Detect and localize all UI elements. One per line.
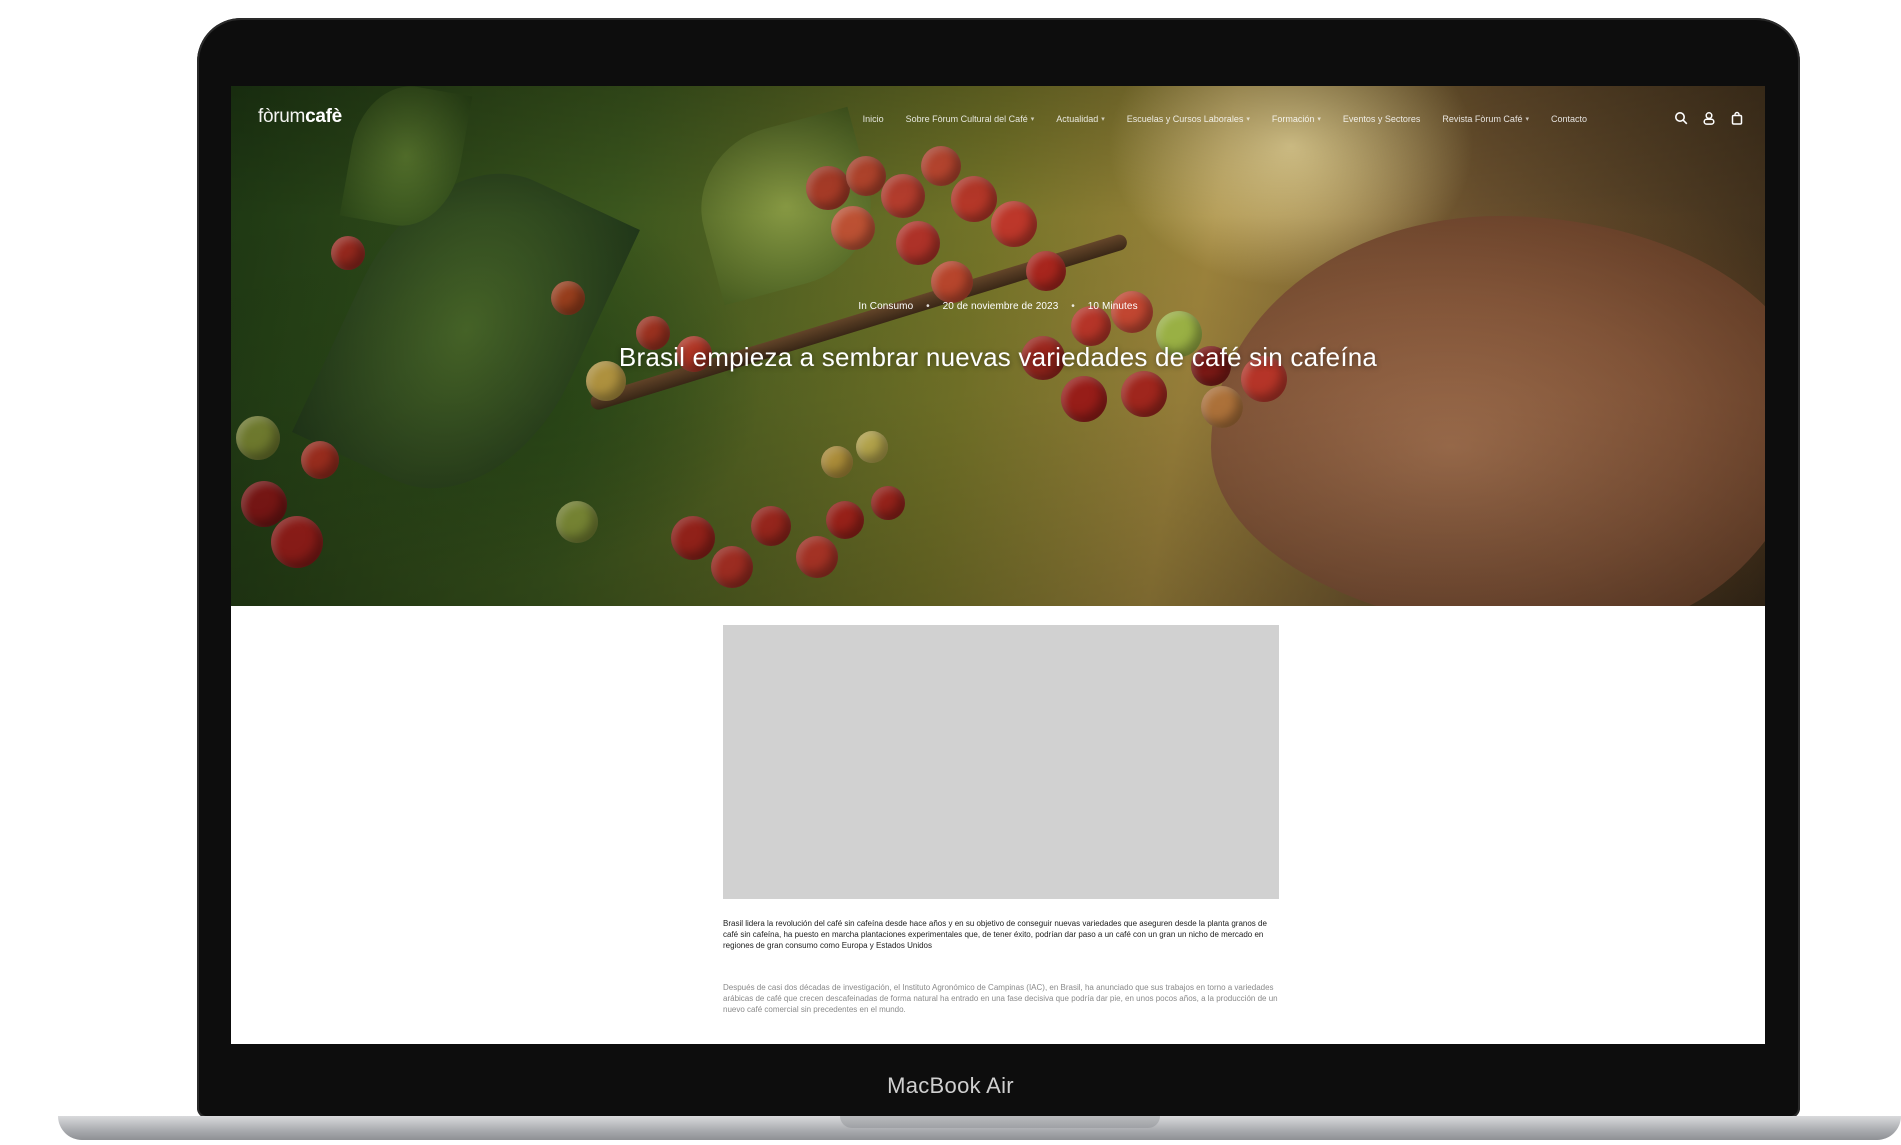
header-icons — [1673, 110, 1745, 126]
nav-item-formacion[interactable]: Formación ▾ — [1272, 114, 1321, 124]
article-media-placeholder — [723, 625, 1279, 899]
cart-icon[interactable] — [1729, 110, 1745, 126]
logo-bold-text: cafè — [305, 106, 342, 127]
nav-label: Sobre Fòrum Cultural del Café — [905, 114, 1028, 124]
nav-item-inicio[interactable]: Inicio — [863, 114, 884, 124]
laptop-screen: fòrumcafè Inicio Sobre Fòrum Cultural de… — [231, 86, 1765, 1044]
search-icon[interactable] — [1673, 110, 1689, 126]
nav-label: Formación — [1271, 114, 1315, 124]
meta-separator: • — [1071, 301, 1075, 312]
article-title: Brasil empieza a sembrar nuevas variedad… — [618, 342, 1378, 373]
device-label: MacBook Air — [887, 1073, 1014, 1098]
chevron-down-icon: ▾ — [1246, 116, 1250, 123]
nav-label: Escuelas y Cursos Laborales — [1126, 114, 1244, 124]
nav-label: Contacto — [1550, 114, 1587, 124]
nav-item-contacto[interactable]: Contacto — [1551, 114, 1587, 124]
article-lead: Brasil lidera la revolución del café sin… — [723, 919, 1267, 950]
nav-item-actualidad[interactable]: Actualidad ▾ — [1056, 114, 1105, 124]
article-body: Después de casi dos décadas de investiga… — [723, 983, 1278, 1014]
chevron-down-icon: ▾ — [1525, 116, 1529, 123]
site-logo[interactable]: fòrumcafè — [258, 106, 342, 128]
meta-separator: • — [926, 301, 930, 312]
mockup-stage: MacBook Air fòrumcafè Inicio Sobre Fòrum… — [0, 0, 1901, 1145]
site-header: fòrumcafè Inicio Sobre Fòrum Cultural de… — [231, 86, 1765, 146]
article-date: 20 de noviembre de 2023 — [942, 301, 1059, 312]
main-nav: Inicio Sobre Fòrum Cultural del Café ▾ A… — [863, 114, 1587, 124]
chevron-down-icon: ▾ — [1317, 116, 1321, 123]
hero-image: fòrumcafè Inicio Sobre Fòrum Cultural de… — [231, 86, 1765, 606]
nav-item-escuelas[interactable]: Escuelas y Cursos Laborales ▾ — [1127, 114, 1250, 124]
nav-label: Actualidad — [1056, 114, 1099, 124]
logo-light-text: fòrum — [258, 106, 306, 127]
nav-item-sobre[interactable]: Sobre Fòrum Cultural del Café ▾ — [906, 114, 1035, 124]
nav-item-eventos[interactable]: Eventos y Sectores — [1343, 114, 1421, 124]
chevron-down-icon: ▾ — [1101, 116, 1105, 123]
nav-label: Eventos y Sectores — [1342, 114, 1421, 124]
nav-item-revista[interactable]: Revista Fòrum Café ▾ — [1442, 114, 1529, 124]
article-category[interactable]: In Consumo — [858, 301, 913, 312]
laptop-hinge-notch — [840, 1116, 1160, 1128]
user-icon[interactable] — [1701, 110, 1717, 126]
nav-label: Revista Fòrum Café — [1442, 114, 1523, 124]
nav-label: Inicio — [862, 114, 884, 124]
chevron-down-icon: ▾ — [1030, 116, 1035, 123]
article-read-time: 10 Minutes — [1087, 301, 1138, 312]
article-meta: In Consumo • 20 de noviembre de 2023 • 1… — [231, 301, 1765, 312]
